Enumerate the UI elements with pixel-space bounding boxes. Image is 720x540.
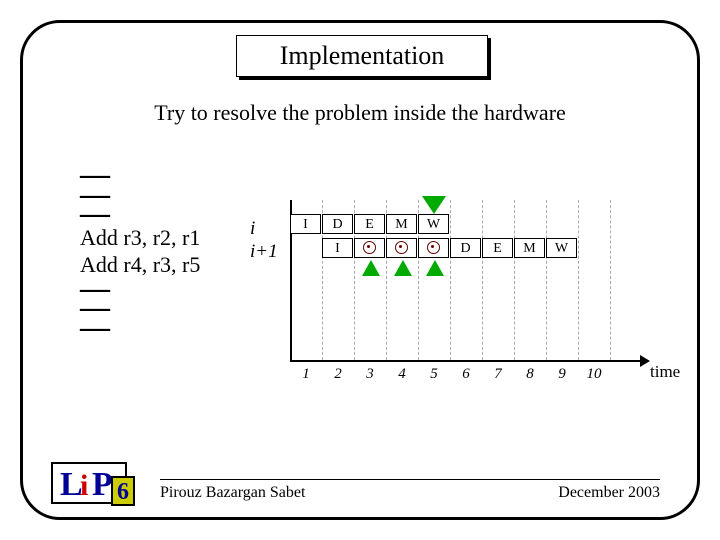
- dash-line: —: [80, 204, 200, 224]
- bubble-icon: [363, 241, 376, 254]
- footer-date: December 2003: [558, 484, 660, 502]
- x-tick: 6: [450, 366, 482, 383]
- row-labels: i i+1: [250, 218, 278, 264]
- slide-subtitle: Try to resolve the problem inside the ha…: [0, 100, 720, 126]
- pipeline-cell: [354, 238, 385, 258]
- pipeline-cell: I: [290, 214, 321, 234]
- gridline: [546, 200, 547, 360]
- x-tick: 3: [354, 366, 386, 383]
- lip6-logo: L i P 6: [50, 457, 140, 512]
- pipeline-cell: D: [322, 214, 353, 234]
- read-marker-icon: [362, 260, 380, 276]
- svg-text:P: P: [92, 466, 113, 503]
- slide-title: Implementation: [280, 41, 445, 70]
- x-axis-label: time: [650, 362, 680, 382]
- read-marker-icon: [426, 260, 444, 276]
- pipeline-cell: W: [546, 238, 577, 258]
- gridline: [482, 200, 483, 360]
- svg-text:6: 6: [117, 479, 129, 505]
- slide-title-box: Implementation: [236, 35, 488, 77]
- pipeline-cell: M: [514, 238, 545, 258]
- gridline: [578, 200, 579, 360]
- bubble-icon: [395, 241, 408, 254]
- instruction-block: — — — Add r3, r2, r1 Add r4, r3, r5 — — …: [80, 165, 200, 337]
- row-label-i: i: [250, 218, 278, 241]
- pipeline-cell: W: [418, 214, 449, 234]
- x-tick: 1: [290, 366, 322, 383]
- pipeline-cell: I: [322, 238, 353, 258]
- row-label-i1: i+1: [250, 241, 278, 264]
- gridline: [514, 200, 515, 360]
- arrow-right-icon: [640, 355, 650, 367]
- footer-author: Pirouz Bazargan Sabet: [160, 484, 305, 502]
- pipeline-chart: IDEMWIDEMW 12345678910 time: [290, 200, 642, 360]
- footer-divider: [160, 479, 660, 480]
- x-tick: 8: [514, 366, 546, 383]
- x-tick: 10: [578, 366, 610, 383]
- bubble-icon: [427, 241, 440, 254]
- gridline: [450, 200, 451, 360]
- x-tick: 9: [546, 366, 578, 383]
- pipeline-cell: M: [386, 214, 417, 234]
- dash-line: —: [80, 318, 200, 338]
- x-tick: 5: [418, 366, 450, 383]
- x-tick: 7: [482, 366, 514, 383]
- pipeline-cell: E: [354, 214, 385, 234]
- pipeline-cell: [418, 238, 449, 258]
- gridline: [610, 200, 611, 360]
- axis-x: [290, 360, 642, 362]
- pipeline-cell: E: [482, 238, 513, 258]
- pipeline-cell: D: [450, 238, 481, 258]
- x-tick: 4: [386, 366, 418, 383]
- pipeline-cell: [386, 238, 417, 258]
- x-tick: 2: [322, 366, 354, 383]
- instruction-1: Add r3, r2, r1: [80, 224, 200, 252]
- read-marker-icon: [394, 260, 412, 276]
- svg-text:i: i: [80, 469, 88, 502]
- write-marker-icon: [422, 196, 446, 214]
